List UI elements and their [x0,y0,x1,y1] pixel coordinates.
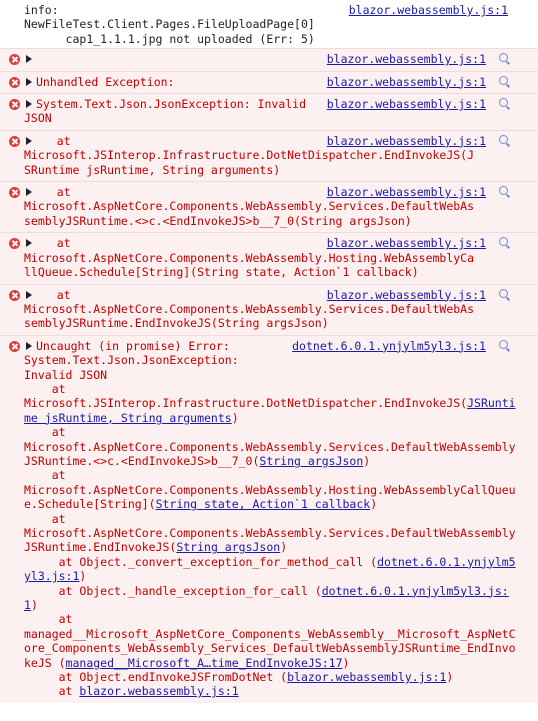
search-icon[interactable] [499,186,508,196]
console-error-message: blazor.webassembly.js:1 at Microsoft.Asp… [0,232,538,284]
expand-triangle-icon[interactable] [26,100,32,109]
console-info-message: blazor.webassembly.js:1 info: NewFileTes… [0,0,538,49]
source-link[interactable]: blazor.webassembly.js:1 [327,185,486,199]
source-link[interactable]: blazor.webassembly.js:1 [327,134,486,148]
stack-text: at Object._handle_exception_for_call ( [58,583,322,598]
source-link[interactable]: dotnet.6.0.1.ynjylm5yl3.js:1 [292,339,486,353]
stack-text: ) [342,655,350,670]
stack-link[interactable]: String argsJson [176,540,280,554]
console-error-message: blazor.webassembly.js:1 [0,48,538,71]
error-icon [9,340,20,352]
console-error-message: blazor.webassembly.js:1 at Microsoft.JSI… [0,129,538,182]
error-icon [9,99,20,111]
stack-text: at Object.endInvokeJSFromDotNet ( [58,670,288,685]
stack-link[interactable]: blazor.webassembly.js:1 [287,670,446,684]
stack-text: ) [30,598,38,613]
stack-link[interactable]: blazor.webassembly.js:1 [79,684,238,698]
search-icon[interactable] [499,237,508,247]
expand-triangle-icon[interactable] [26,55,32,64]
search-icon[interactable] [499,53,508,63]
expand-triangle-icon[interactable] [26,77,32,86]
search-icon[interactable] [499,75,508,85]
console-error-message: blazor.webassembly.js:1 System.Text.Json.… [0,93,538,130]
stack-text: ) [363,453,371,468]
stack-text: ) [370,497,378,512]
error-icon [9,187,20,199]
stack-text: at Object._convert_exception_for_method_… [58,554,378,569]
console-error-message: blazor.webassembly.js:1 Unhandled Excepti… [0,70,538,94]
stack-text: ) [231,410,239,425]
error-text-content: Unhandled Exception: [36,74,175,89]
search-icon[interactable] [499,134,508,144]
stack-link[interactable]: managed__Microsoft_A…time_EndInvokeJS:17 [66,656,343,670]
source-link[interactable]: blazor.webassembly.js:1 [327,236,486,250]
expand-triangle-icon[interactable] [26,290,32,299]
expand-triangle-icon[interactable] [26,239,32,248]
source-link[interactable]: blazor.webassembly.js:1 [349,3,508,17]
expand-triangle-icon[interactable] [26,341,32,350]
source-link[interactable]: blazor.webassembly.js:1 [327,52,486,66]
expand-triangle-icon[interactable] [26,136,32,145]
uncaught-head: Uncaught (in promise) Error: [36,338,230,353]
expand-triangle-icon[interactable] [26,188,32,197]
console-error-message: blazor.webassembly.js:1 at Microsoft.Asp… [0,181,538,233]
error-icon [9,135,20,147]
search-icon[interactable] [499,98,508,108]
stack-link[interactable]: String argsJson [259,454,363,468]
stack-text: at [58,684,73,699]
stack-text: ) [446,670,454,685]
uncaught-stack: Uncaught (in promise) Error: System.Text… [24,339,516,699]
search-icon[interactable] [499,288,508,298]
stack-link[interactable]: String state, Action`1 callback [156,497,371,511]
source-link[interactable]: blazor.webassembly.js:1 [327,97,486,111]
error-text-content: System.Text.Json.JsonException: Invalid … [24,97,307,126]
stack-text: ) [79,569,87,584]
source-link[interactable]: blazor.webassembly.js:1 [327,75,486,89]
error-list: blazor.webassembly.js:1 blazor.webassembl… [0,48,538,335]
error-icon [9,289,20,301]
source-link[interactable]: blazor.webassembly.js:1 [327,288,486,302]
stack-text: System.Text.Json.JsonException: Invalid … [24,353,468,411]
console-panel: blazor.webassembly.js:1 info: NewFileTes… [0,0,538,721]
error-icon [9,238,20,250]
search-icon[interactable] [499,339,508,349]
console-error-message: blazor.webassembly.js:1 at Microsoft.Asp… [0,283,538,335]
uncaught-error-message: dotnet.6.0.1.ynjylm5yl3.js:1 Uncaught (i… [0,334,538,703]
error-icon [9,54,20,66]
error-icon [9,76,20,88]
stack-text: ) [280,540,288,555]
